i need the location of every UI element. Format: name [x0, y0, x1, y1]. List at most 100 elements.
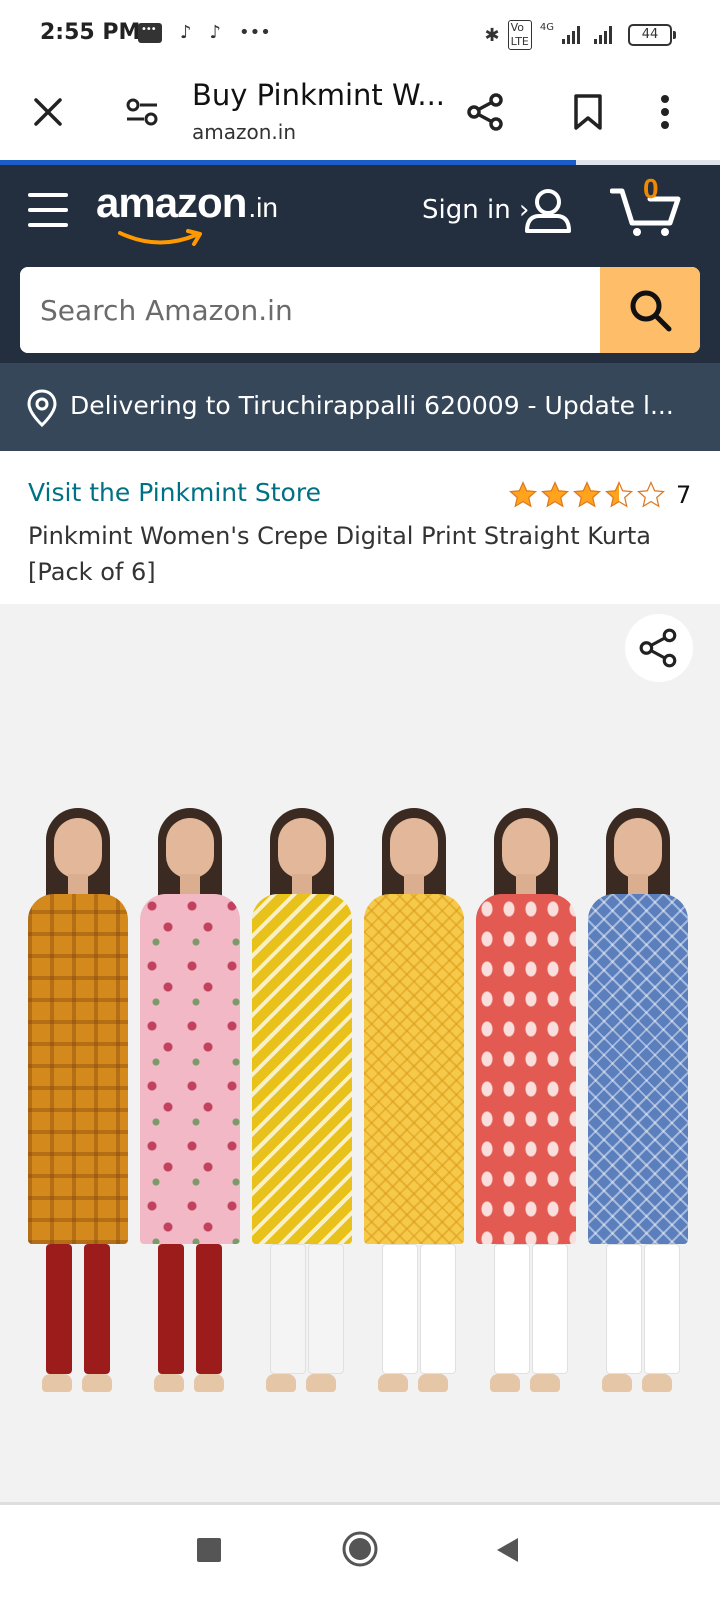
bottom-wear — [606, 1244, 642, 1374]
message-icon — [138, 22, 162, 43]
bottom-wear — [270, 1244, 306, 1374]
home-circle-icon — [342, 1531, 378, 1567]
user-icon[interactable] — [524, 187, 572, 239]
signal-icon — [562, 26, 580, 44]
system-navigation-bar — [0, 1505, 720, 1600]
browser-toolbar: Buy Pinkmint W... amazon.in — [0, 68, 720, 160]
kurta-model — [130, 808, 250, 1418]
kurta — [252, 894, 352, 1244]
search-icon — [630, 290, 672, 332]
delivery-location-text: Delivering to Tiruchirappalli 620009 - U… — [70, 391, 674, 420]
bottom-wear — [382, 1244, 418, 1374]
star-full-icon — [540, 480, 570, 508]
kurta — [364, 894, 464, 1244]
back-button[interactable] — [492, 1535, 522, 1565]
network-type: 4G — [539, 21, 554, 33]
search-input[interactable] — [20, 267, 602, 353]
logo-word: amazon — [96, 179, 247, 226]
bottom-wear — [158, 1244, 184, 1374]
more-menu-icon[interactable] — [652, 90, 678, 134]
location-pin-icon — [27, 389, 57, 427]
model-face — [54, 818, 102, 878]
model-face — [390, 818, 438, 878]
smile-arrow-icon — [118, 229, 202, 246]
rating-count[interactable]: 7 — [676, 481, 691, 509]
sandal — [42, 1374, 72, 1392]
sandal — [530, 1374, 560, 1392]
kurta — [476, 894, 576, 1244]
kurta-model — [18, 808, 138, 1418]
page-url[interactable]: amazon.in — [192, 120, 296, 144]
bottom-wear — [494, 1244, 530, 1374]
bookmark-icon[interactable] — [568, 90, 608, 134]
sandal — [642, 1374, 672, 1392]
sign-in-link[interactable]: Sign in › — [422, 195, 529, 225]
kurta-model — [242, 808, 362, 1418]
bottom-wear — [420, 1244, 456, 1374]
share-product-button[interactable] — [625, 614, 693, 682]
recents-button[interactable] — [194, 1535, 224, 1565]
cart-count: 0 — [643, 173, 659, 204]
kurta-model — [466, 808, 586, 1418]
star-full-icon — [572, 480, 602, 508]
app-icon: ♪ — [209, 22, 222, 43]
model-face — [614, 818, 662, 878]
sandal — [194, 1374, 224, 1392]
store-link[interactable]: Visit the Pinkmint Store — [28, 478, 321, 507]
product-image[interactable] — [0, 604, 720, 1502]
amazon-header: amazon.in Sign in › 0 — [0, 165, 720, 363]
model-face — [166, 818, 214, 878]
bottom-wear — [308, 1244, 344, 1374]
signal-icon — [594, 26, 612, 44]
sandal — [378, 1374, 408, 1392]
search-button[interactable] — [600, 267, 700, 353]
model-face — [502, 818, 550, 878]
star-empty-icon — [636, 480, 666, 508]
close-icon[interactable] — [28, 92, 68, 132]
kurta — [588, 894, 688, 1244]
sandal — [602, 1374, 632, 1392]
bottom-wear — [532, 1244, 568, 1374]
sandal — [306, 1374, 336, 1392]
more-dots-icon: ••• — [239, 22, 271, 43]
bluetooth-icon: ✱ — [484, 24, 500, 46]
battery-icon: 44 — [628, 24, 676, 46]
app-icon: ♪ — [180, 22, 192, 43]
bottom-wear — [196, 1244, 222, 1374]
kurta — [140, 894, 240, 1244]
logo-tld: .in — [248, 192, 278, 223]
share-icon[interactable] — [464, 90, 508, 134]
delivery-location-bar[interactable]: Delivering to Tiruchirappalli 620009 - U… — [0, 363, 720, 451]
product-title: Pinkmint Women's Crepe Digital Print Str… — [28, 522, 652, 586]
status-bar: 2:55 PM ♪ ♪ ••• ✱ VoLTE 4G 44 — [0, 0, 720, 68]
back-triangle-icon — [497, 1538, 518, 1562]
volte-icon: Vo LTE — [507, 20, 532, 50]
site-settings-icon[interactable] — [122, 92, 162, 132]
rating-stars[interactable]: 7 — [508, 480, 691, 510]
kurta-models — [18, 808, 708, 1418]
sandal — [418, 1374, 448, 1392]
square-icon — [197, 1538, 221, 1562]
star-half-icon — [604, 480, 634, 508]
bottom-wear — [84, 1244, 110, 1374]
bottom-wear — [644, 1244, 680, 1374]
search-bar — [20, 267, 700, 353]
kurta — [28, 894, 128, 1244]
bottom-wear — [46, 1244, 72, 1374]
star-full-icon — [508, 480, 538, 508]
sandal — [490, 1374, 520, 1392]
hamburger-menu-icon[interactable] — [28, 193, 68, 227]
sandal — [82, 1374, 112, 1392]
sandal — [154, 1374, 184, 1392]
kurta-model — [354, 808, 474, 1418]
home-button[interactable] — [340, 1529, 380, 1569]
page-title[interactable]: Buy Pinkmint W... — [192, 78, 445, 112]
share-icon — [639, 628, 677, 668]
kurta-model — [578, 808, 698, 1418]
amazon-logo[interactable]: amazon.in — [96, 179, 278, 246]
system-icons: ✱ Vo LTE 4G 44 — [484, 20, 676, 50]
sandal — [266, 1374, 296, 1392]
notification-icons: ♪ ♪ ••• — [138, 22, 271, 43]
status-time: 2:55 PM — [40, 20, 141, 45]
model-face — [278, 818, 326, 878]
